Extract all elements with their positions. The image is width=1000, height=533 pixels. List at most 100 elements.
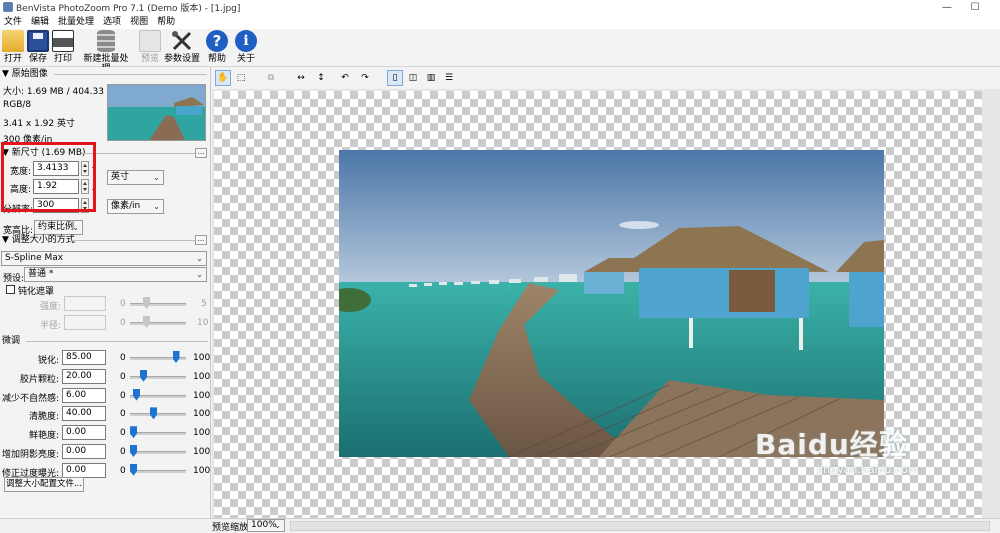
finetune-header: 微调 xyxy=(2,335,208,347)
unit-select[interactable]: 英寸 ⌄ xyxy=(107,170,164,185)
resize-method-header[interactable]: ▼ 调整大小的方式 xyxy=(2,234,208,246)
maximize-button[interactable]: ☐ xyxy=(961,0,989,15)
preview-image[interactable] xyxy=(339,150,884,457)
side-by-side-button[interactable]: ▥ xyxy=(423,70,439,86)
original-image-header[interactable]: ▼ 原始图像 xyxy=(2,68,208,80)
menu-batch[interactable]: 批量处理 xyxy=(58,15,94,29)
chevron-down-icon: ⌄ xyxy=(153,202,160,211)
strength-label: 强度: xyxy=(40,302,62,312)
horizontal-scrollbar[interactable] xyxy=(290,521,990,531)
window-title: BenVista PhotoZoom Pro 7.1 (Demo 版本) - [… xyxy=(16,4,241,14)
finetune-slider-thumb[interactable] xyxy=(130,445,137,457)
chevron-down-icon: ⌄ xyxy=(274,521,281,530)
finetune-input[interactable]: 85.00 xyxy=(62,350,106,365)
finetune-slider-thumb[interactable] xyxy=(172,351,180,363)
finetune-label: 鲜艳度: xyxy=(28,431,59,442)
strength-input[interactable] xyxy=(64,296,106,311)
finetune-slider[interactable] xyxy=(130,375,186,379)
save-label: 保存 xyxy=(28,54,47,64)
finetune-label: 锐化: xyxy=(37,356,59,366)
resize-profile-button[interactable]: 调整大小配置文件... xyxy=(4,477,84,492)
save-button[interactable]: 保存 xyxy=(27,30,49,66)
status-bar: 预览缩放: 100% ⌄ xyxy=(0,518,1000,533)
finetune-slider-thumb[interactable] xyxy=(130,463,137,476)
print-button[interactable]: 打印 xyxy=(52,30,74,66)
finetune-slider[interactable] xyxy=(130,413,186,417)
watermark-brand: Baidu经验 xyxy=(755,428,908,461)
finetune-label: 增加阴影亮度: xyxy=(1,450,59,460)
fit-width-button[interactable]: ↔ xyxy=(293,70,309,86)
original-size: 大小: 1.69 MB / 404.33 KB xyxy=(3,87,119,97)
finetune-slider-thumb[interactable] xyxy=(140,369,147,382)
settings-label: 参数设置 xyxy=(164,54,201,64)
menu-edit[interactable]: 编辑 xyxy=(31,15,49,29)
about-label: 关于 xyxy=(236,54,255,64)
open-button[interactable]: 打开 xyxy=(2,30,24,66)
folder-icon xyxy=(2,30,24,52)
stacked-view-button[interactable]: ☰ xyxy=(441,70,457,86)
strength-slider[interactable] xyxy=(130,303,186,306)
split-view-button[interactable]: ◫ xyxy=(405,70,421,86)
resolution-unit-value: 像素/in xyxy=(111,201,141,211)
about-button[interactable]: i 关于 xyxy=(235,30,257,66)
finetune-input[interactable]: 0.00 xyxy=(62,444,106,459)
original-thumbnail[interactable] xyxy=(107,84,206,141)
radius-slider[interactable] xyxy=(130,322,186,325)
baidu-watermark: Baidu经验 jingyan.baidu.com xyxy=(755,423,919,476)
zoom-label: 预览缩放: xyxy=(212,523,252,533)
settings-button[interactable]: 参数设置 xyxy=(164,30,200,66)
rotate-left-button[interactable]: ↶ xyxy=(337,70,353,86)
menu-options[interactable]: 选项 xyxy=(103,15,121,29)
radius-slider-thumb[interactable] xyxy=(143,316,150,328)
help-button[interactable]: ? 帮助 xyxy=(206,30,228,66)
finetune-input[interactable]: 40.00 xyxy=(62,406,106,422)
finetune-input[interactable]: 0.00 xyxy=(62,462,106,478)
new-batch-button[interactable]: 新建批量处理 xyxy=(80,30,132,74)
preview-label: 预览 xyxy=(140,54,159,64)
sharpen-mask-checkbox[interactable] xyxy=(6,285,15,294)
highlight-box xyxy=(1,142,96,212)
menu-view[interactable]: 视图 xyxy=(130,15,148,29)
view-toolbar: ✋ ⬚ ⧉ ↔ ↕ ↶ ↷ ▯ ◫ ▥ ☰ xyxy=(212,67,1000,89)
finetune-max: 100 xyxy=(193,353,211,363)
rotate-right-button[interactable]: ↷ xyxy=(357,70,373,86)
menu-file[interactable]: 文件 xyxy=(4,15,22,29)
single-view-button[interactable]: ▯ xyxy=(387,70,403,86)
resolution-unit-select[interactable]: 像素/in ⌄ xyxy=(107,199,164,214)
aspect-select[interactable]: 约束比例 ⌄ xyxy=(34,220,83,235)
radius-input[interactable] xyxy=(64,315,106,330)
finetune-slider[interactable] xyxy=(130,451,186,454)
original-image-title: ▼ 原始图像 xyxy=(2,69,48,79)
strength-slider-thumb[interactable] xyxy=(143,297,150,309)
resize-method-more-button[interactable]: ... xyxy=(195,235,207,245)
resize-method-title: ▼ 调整大小的方式 xyxy=(2,235,75,245)
finetune-min: 0 xyxy=(120,371,126,382)
tools-icon xyxy=(171,30,193,52)
crop-tool-button[interactable]: ⧉ xyxy=(263,70,279,86)
hand-tool-button[interactable]: ✋ xyxy=(215,70,231,86)
menu-bar: 文件 编辑 批量处理 选项 视图 帮助 xyxy=(0,15,1000,29)
finetune-input[interactable]: 6.00 xyxy=(62,387,106,403)
zoom-select[interactable]: 100% ⌄ xyxy=(247,519,285,532)
finetune-min: 0 xyxy=(120,428,126,439)
new-size-more-button[interactable]: ... xyxy=(195,148,207,158)
preview-button[interactable]: 预览 xyxy=(139,30,161,66)
finetune-input[interactable]: 20.00 xyxy=(62,368,106,384)
menu-help[interactable]: 帮助 xyxy=(157,15,175,29)
finetune-max: 100 xyxy=(193,465,211,476)
fit-height-button[interactable]: ↕ xyxy=(313,70,329,86)
finetune-slider[interactable] xyxy=(130,432,186,436)
finetune-slider-thumb[interactable] xyxy=(133,388,140,401)
marquee-tool-button[interactable]: ⬚ xyxy=(233,70,249,86)
finetune-max: 100 xyxy=(193,428,211,439)
finetune-input[interactable]: 0.00 xyxy=(62,425,106,441)
minimize-button[interactable]: — xyxy=(933,0,961,15)
app-icon xyxy=(3,2,13,12)
finetune-slider-thumb[interactable] xyxy=(130,426,137,439)
finetune-slider[interactable] xyxy=(130,469,186,473)
finetune-slider-thumb[interactable] xyxy=(150,407,157,420)
algorithm-select[interactable]: S-Spline Max ⌄ xyxy=(1,251,207,266)
finetune-min: 0 xyxy=(120,353,126,363)
preset-select[interactable]: 普通 * ⌄ xyxy=(24,267,207,282)
finetune-label: 减少不自然感: xyxy=(1,393,59,404)
